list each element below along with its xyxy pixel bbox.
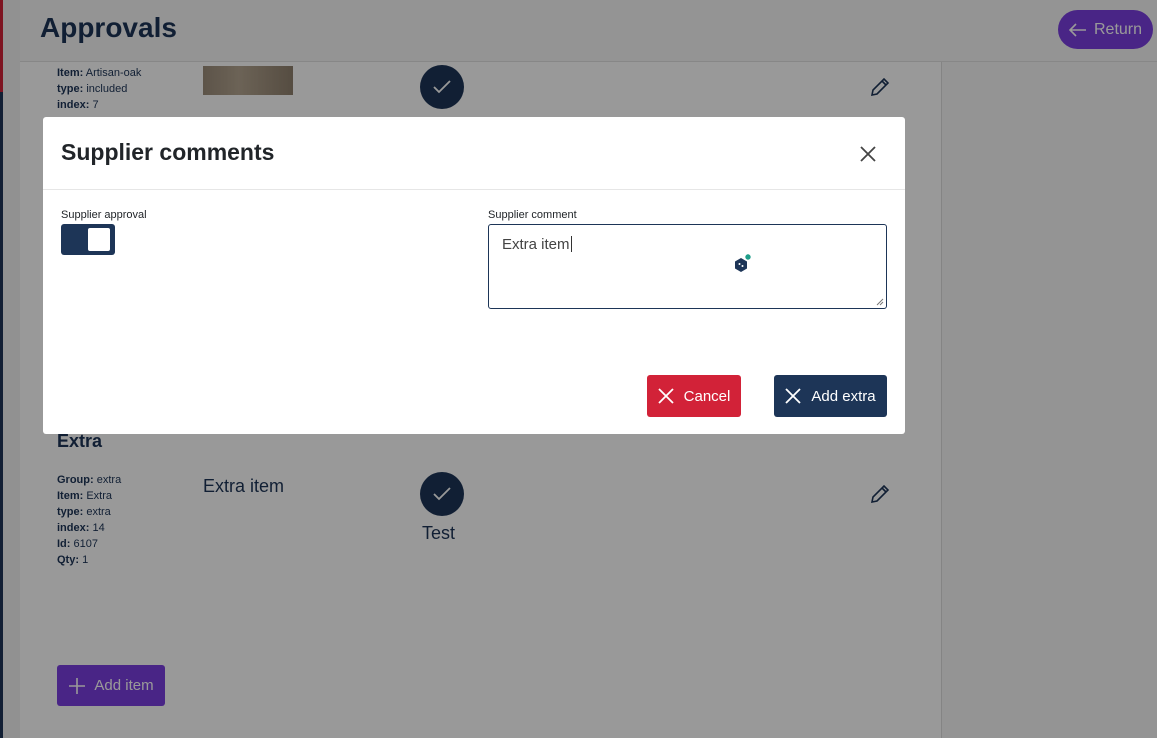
modal-title: Supplier comments — [61, 139, 275, 165]
supplier-comment-label: Supplier comment — [488, 209, 577, 221]
supplier-approval-toggle[interactable] — [61, 224, 115, 255]
cancel-button-label: Cancel — [683, 387, 731, 405]
grammar-assistant-icon[interactable] — [733, 252, 753, 274]
text-caret — [570, 236, 572, 252]
supplier-comments-modal: Supplier comments Supplier approval Supp… — [43, 117, 905, 434]
supplier-approval-label: Supplier approval — [61, 209, 147, 221]
supplier-comment-textarea[interactable]: Extra item — [488, 224, 887, 309]
modal-header: Supplier comments — [43, 117, 905, 190]
resize-grip-icon[interactable] — [876, 298, 884, 306]
add-extra-button-label: Add extra — [811, 387, 876, 405]
toggle-knob — [88, 228, 110, 251]
supplier-comment-value: Extra item — [502, 236, 570, 253]
cancel-button[interactable]: Cancel — [647, 375, 741, 417]
close-icon — [658, 388, 674, 404]
close-icon[interactable] — [856, 142, 880, 166]
close-icon — [785, 388, 802, 404]
add-extra-button[interactable]: Add extra — [774, 375, 887, 417]
